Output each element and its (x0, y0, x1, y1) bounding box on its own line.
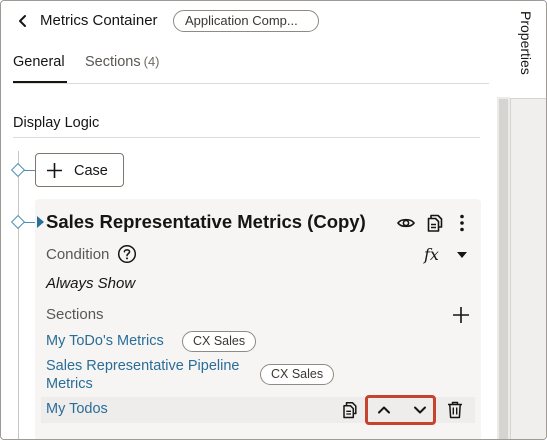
trash-icon[interactable] (445, 400, 465, 420)
condition-label: Condition (46, 246, 110, 263)
section-tag: CX Sales (182, 331, 257, 352)
chevron-down-icon[interactable] (409, 400, 431, 420)
add-case-label: Case (74, 163, 108, 179)
eye-icon[interactable] (395, 212, 417, 234)
display-logic-divider (13, 137, 480, 138)
display-logic-heading: Display Logic (13, 115, 100, 131)
tab-sections-count: (4) (143, 54, 160, 69)
tree-line (18, 151, 19, 439)
add-case-button[interactable]: Case (35, 153, 124, 187)
plus-icon[interactable] (451, 305, 471, 325)
panel-title: Metrics Container (40, 12, 158, 29)
sections-label: Sections (46, 306, 104, 323)
tabs-divider (13, 83, 489, 84)
expand-caret-icon[interactable] (37, 216, 44, 228)
tree-connector (24, 222, 35, 223)
tree-connector (24, 170, 35, 171)
chevron-left-icon[interactable] (13, 11, 33, 31)
section-link-my-todos-metrics[interactable]: My ToDo's Metrics (46, 332, 164, 350)
copy-icon[interactable] (340, 400, 360, 420)
condition-value: Always Show (46, 275, 136, 292)
help-circle-icon[interactable] (117, 244, 137, 264)
plus-icon (47, 163, 62, 178)
rule-title: Sales Representative Metrics (Copy) (46, 211, 366, 232)
more-vertical-icon[interactable] (451, 212, 473, 234)
section-tag: CX Sales (260, 364, 335, 385)
side-tab-properties-label: Properties (518, 11, 534, 75)
section-link-my-todos[interactable]: My Todos (46, 400, 108, 418)
scrollbar-thumb[interactable] (499, 99, 508, 439)
copy-icon[interactable] (424, 212, 446, 234)
expression-editor-button[interactable]: fx (424, 245, 439, 264)
section-link-sales-rep-pipeline-metrics[interactable]: Sales Representative Pipeline Metrics (46, 357, 256, 393)
tree-node-diamond (10, 162, 26, 178)
tab-sections-label: Sections (85, 54, 141, 70)
chevron-up-icon[interactable] (373, 400, 395, 420)
tree-node-diamond (10, 214, 26, 230)
component-type-badge: Application Comp... (173, 10, 319, 32)
tab-sections[interactable]: Sections (4) (85, 54, 160, 70)
properties-panel: Metrics Container Application Comp... Ge… (0, 0, 547, 440)
tab-general[interactable]: General (13, 54, 65, 70)
chevron-down-icon[interactable] (457, 252, 467, 258)
